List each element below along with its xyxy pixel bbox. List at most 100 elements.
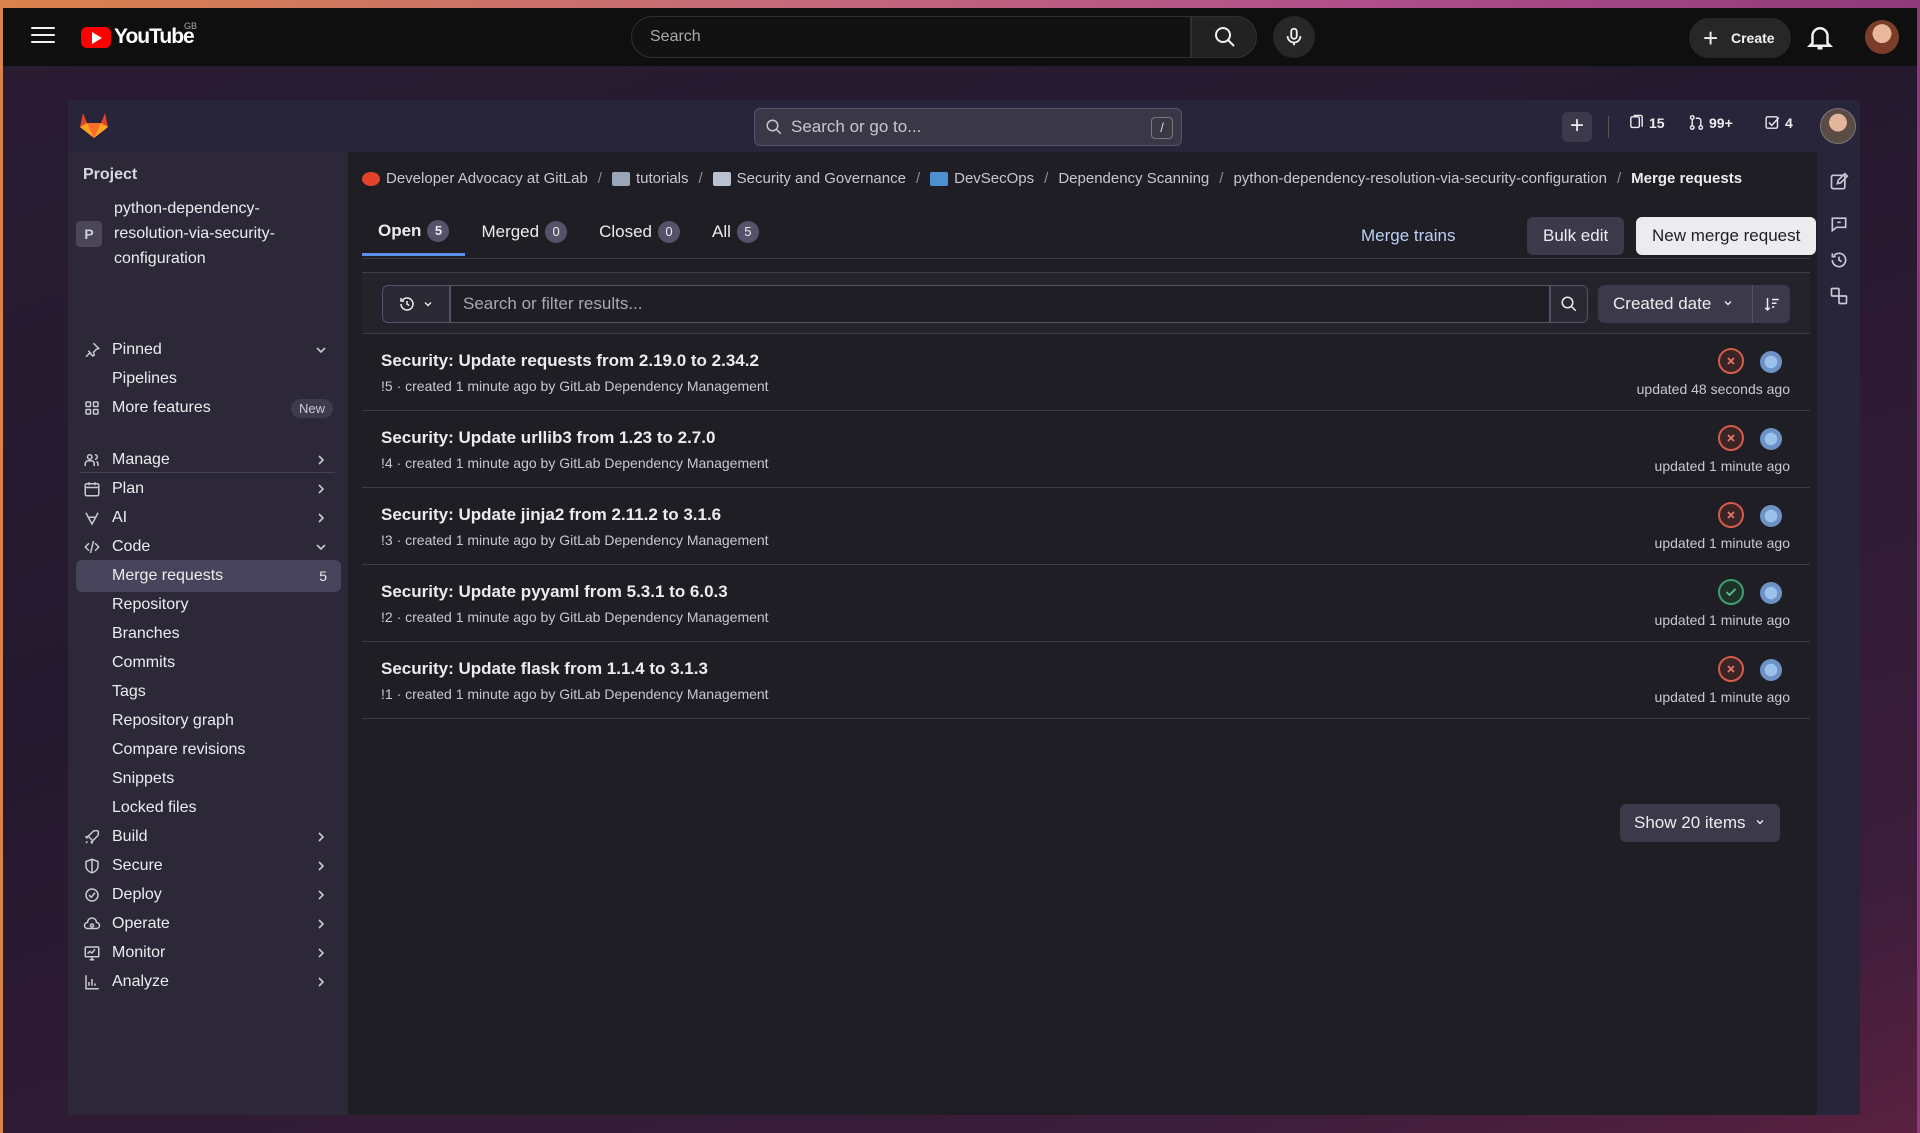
history-icon[interactable] bbox=[1829, 250, 1849, 270]
sidebar-item-label: Manage bbox=[112, 451, 170, 468]
sidebar-item-more-features[interactable]: More features New bbox=[76, 392, 341, 424]
merge-request-updated: updated 1 minute ago bbox=[1654, 458, 1790, 474]
sidebar-item-operate[interactable]: Operate bbox=[76, 908, 341, 940]
pipeline-failed-icon[interactable] bbox=[1718, 656, 1744, 682]
pipeline-failed-icon[interactable] bbox=[1718, 425, 1744, 451]
youtube-search-button[interactable] bbox=[1191, 16, 1257, 58]
tab-label: All bbox=[712, 222, 731, 241]
assignee-avatar[interactable] bbox=[1760, 351, 1782, 373]
tab-merged[interactable]: Merged 0 bbox=[465, 208, 583, 256]
new-merge-request-button[interactable]: New merge request bbox=[1636, 217, 1817, 255]
gitlab-search-input[interactable]: Search or go to... / bbox=[754, 108, 1182, 146]
sidebar-item-manage[interactable]: Manage bbox=[76, 444, 341, 476]
breadcrumb-item[interactable]: tutorials bbox=[611, 170, 689, 187]
chevron-right-icon bbox=[318, 455, 325, 465]
assignee-avatar[interactable] bbox=[1760, 505, 1782, 527]
breadcrumb-separator: / bbox=[915, 170, 921, 187]
merge-request-title[interactable]: Security: Update jinja2 from 2.11.2 to 3… bbox=[381, 505, 721, 525]
page-size-label: Show 20 items bbox=[1634, 813, 1746, 832]
sidebar-item-commits[interactable]: Commits bbox=[76, 647, 341, 679]
create-new-button[interactable]: + bbox=[1562, 112, 1592, 142]
sidebar-item-code[interactable]: Code bbox=[76, 531, 341, 563]
sidebar-item-label: More features bbox=[112, 399, 211, 416]
breadcrumb-item[interactable]: Security and Governance bbox=[712, 170, 906, 187]
merge-request-row[interactable]: Security: Update pyyaml from 5.3.1 to 6.… bbox=[362, 565, 1810, 642]
sort-direction-button[interactable] bbox=[1752, 285, 1790, 323]
breadcrumb-item[interactable]: Developer Advocacy at GitLab bbox=[362, 170, 588, 187]
merge-request-title[interactable]: Security: Update pyyaml from 5.3.1 to 6.… bbox=[381, 582, 728, 602]
edit-icon[interactable] bbox=[1829, 172, 1849, 192]
sidebar-item-locked-files[interactable]: Locked files bbox=[76, 792, 341, 824]
create-button[interactable]: Create bbox=[1689, 18, 1791, 58]
gitlab-logo-icon[interactable] bbox=[78, 109, 110, 139]
hamburger-menu-icon[interactable] bbox=[31, 27, 55, 47]
sidebar-item-compare-revisions[interactable]: Compare revisions bbox=[76, 734, 341, 766]
recent-searches-button[interactable] bbox=[382, 285, 450, 323]
merge-request-title[interactable]: Security: Update requests from 2.19.0 to… bbox=[381, 351, 759, 371]
pipeline-failed-icon[interactable] bbox=[1718, 502, 1744, 528]
assignee-avatar[interactable] bbox=[1760, 582, 1782, 604]
breadcrumb-label: DevSecOps bbox=[954, 170, 1035, 187]
sidebar-item-monitor[interactable]: Monitor bbox=[76, 937, 341, 969]
sidebar-heading: Project bbox=[83, 166, 138, 183]
sidebar-item-repository-graph[interactable]: Repository graph bbox=[76, 705, 341, 737]
assignee-avatar[interactable] bbox=[1760, 428, 1782, 450]
sidebar-item-plan[interactable]: Plan bbox=[76, 473, 341, 505]
compare-icon[interactable] bbox=[1829, 286, 1849, 306]
sidebar-item-merge-requests[interactable]: Merge requests 5 bbox=[76, 560, 341, 592]
merge-request-title[interactable]: Security: Update urllib3 from 1.23 to 2.… bbox=[381, 428, 715, 448]
tab-label: Open bbox=[378, 220, 422, 240]
merge-request-title[interactable]: Security: Update flask from 1.1.4 to 3.1… bbox=[381, 659, 708, 679]
sidebar-item-branches[interactable]: Branches bbox=[76, 618, 341, 650]
tab-closed[interactable]: Closed 0 bbox=[583, 208, 696, 256]
group-avatar-icon bbox=[611, 171, 630, 186]
page-size-dropdown[interactable]: Show 20 items bbox=[1620, 804, 1781, 842]
sidebar-item-pinned[interactable]: Pinned bbox=[76, 334, 341, 366]
sort-by-dropdown[interactable]: Created date bbox=[1598, 285, 1752, 323]
youtube-logo[interactable]: YouTube GB bbox=[81, 21, 197, 49]
pipeline-failed-icon[interactable] bbox=[1718, 348, 1744, 374]
merge-trains-button[interactable]: Merge trains bbox=[1349, 217, 1467, 255]
notifications-bell-icon[interactable] bbox=[1805, 22, 1835, 52]
youtube-user-avatar[interactable] bbox=[1865, 20, 1899, 54]
merge-request-row[interactable]: Security: Update jinja2 from 2.11.2 to 3… bbox=[362, 488, 1810, 565]
chevron-right-icon bbox=[318, 861, 325, 871]
sidebar-item-snippets[interactable]: Snippets bbox=[76, 763, 341, 795]
filter-search-button[interactable] bbox=[1550, 285, 1588, 323]
sidebar-item-secure[interactable]: Secure bbox=[76, 850, 341, 882]
breadcrumb-item[interactable]: python-dependency-resolution-via-securit… bbox=[1233, 170, 1607, 187]
issues-count-button[interactable]: 15 bbox=[1628, 114, 1665, 131]
pipeline-passed-icon[interactable] bbox=[1718, 579, 1744, 605]
merge-request-icon bbox=[1689, 115, 1704, 130]
sidebar-project[interactable]: P python-dependency-resolution-via-secur… bbox=[76, 196, 338, 271]
breadcrumb-item[interactable]: Dependency Scanning bbox=[1058, 170, 1209, 187]
sidebar-item-build[interactable]: Build bbox=[76, 821, 341, 853]
sidebar-item-repository[interactable]: Repository bbox=[76, 589, 341, 621]
filter-search-input[interactable]: Search or filter results... bbox=[450, 285, 1550, 323]
comment-icon[interactable] bbox=[1829, 214, 1849, 234]
assignee-avatar[interactable] bbox=[1760, 659, 1782, 681]
merge-requests-count-button[interactable]: 99+ bbox=[1688, 114, 1733, 131]
sidebar-item-tags[interactable]: Tags bbox=[76, 676, 341, 708]
tab-all[interactable]: All 5 bbox=[696, 208, 775, 256]
tab-open[interactable]: Open 5 bbox=[362, 208, 466, 256]
sidebar-item-deploy[interactable]: Deploy bbox=[76, 879, 341, 911]
todos-count-button[interactable]: 4 bbox=[1764, 114, 1793, 131]
gitlab-user-avatar[interactable] bbox=[1820, 108, 1856, 144]
merge-request-row[interactable]: Security: Update requests from 2.19.0 to… bbox=[362, 334, 1810, 411]
breadcrumb-label: python-dependency-resolution-via-securit… bbox=[1233, 170, 1607, 187]
sidebar-item-ai[interactable]: AI bbox=[76, 502, 341, 534]
filter-bar: Search or filter results... Created date bbox=[362, 272, 1810, 334]
youtube-search-input[interactable]: Search bbox=[631, 16, 1191, 58]
merge-request-row[interactable]: Security: Update flask from 1.1.4 to 3.1… bbox=[362, 642, 1810, 719]
breadcrumb-item[interactable]: DevSecOps bbox=[930, 170, 1034, 187]
breadcrumb-label: Merge requests bbox=[1631, 170, 1743, 187]
todos-count: 4 bbox=[1785, 114, 1793, 131]
sidebar-item-label: Operate bbox=[112, 915, 170, 932]
voice-search-button[interactable] bbox=[1273, 16, 1315, 58]
merge-request-row[interactable]: Security: Update urllib3 from 1.23 to 2.… bbox=[362, 411, 1810, 488]
bulk-edit-button[interactable]: Bulk edit bbox=[1527, 217, 1625, 255]
sidebar-item-analyze[interactable]: Analyze bbox=[76, 966, 341, 998]
breadcrumb-separator: / bbox=[1219, 170, 1224, 187]
sidebar-item-pipelines[interactable]: Pipelines bbox=[76, 363, 341, 395]
